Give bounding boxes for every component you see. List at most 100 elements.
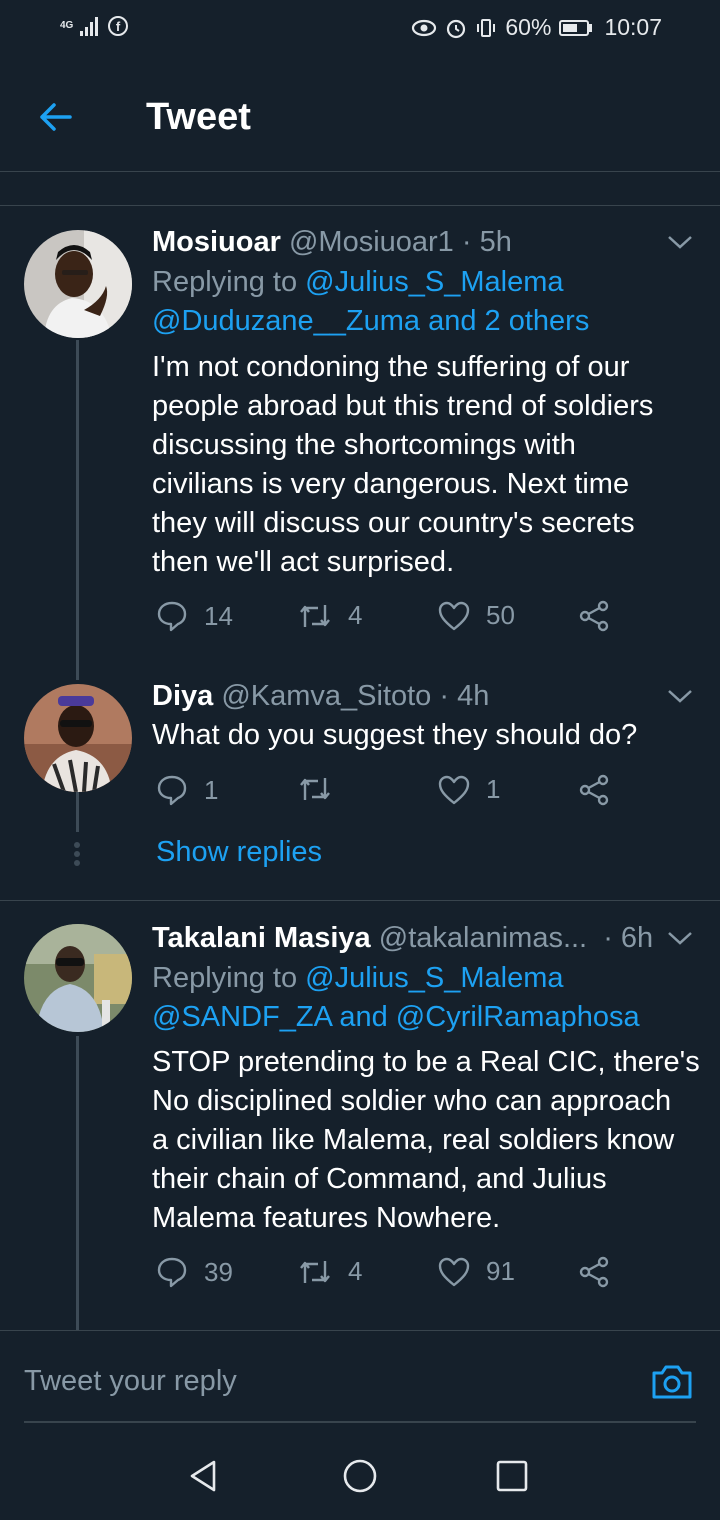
timestamp: · 4h: [439, 680, 490, 712]
retweet-count: 4: [348, 1256, 363, 1286]
tweet-text-line: they will discuss our country's secrets: [152, 507, 635, 539]
retweet-button[interactable]: 4: [298, 1256, 362, 1287]
heart-icon: [438, 1257, 470, 1286]
retweet-icon: [300, 604, 330, 627]
heart-icon: [438, 601, 470, 630]
tweet-actions: 39 4 91: [152, 1256, 622, 1296]
tweet-header: Diya @Kamva_Sitoto · 4h: [152, 680, 489, 713]
mention-link[interactable]: @SANDF_ZA and @CyrilRamaphosa: [152, 1001, 640, 1034]
tweet-actions: 1 1: [152, 774, 622, 814]
alarm-icon: [447, 19, 466, 38]
tweet-text-line: STOP pretending to be a Real CIC, there'…: [152, 1046, 700, 1078]
nav-recents-icon[interactable]: [494, 1458, 530, 1494]
reply-composer: Tweet your reply: [0, 1330, 720, 1430]
tweet-body: STOP pretending to be a Real CIC, there'…: [152, 1043, 708, 1238]
reply-count: 1: [204, 774, 219, 805]
share-button[interactable]: [578, 600, 610, 632]
signal-icon: [80, 16, 98, 36]
reply-input[interactable]: Tweet your reply: [24, 1365, 624, 1398]
like-count: 50: [486, 600, 515, 630]
facebook-notification-icon: f: [108, 16, 128, 36]
share-icon: [579, 774, 609, 806]
share-icon: [579, 1256, 609, 1288]
handle[interactable]: @takalanimas...: [379, 922, 587, 954]
thread-connector: [76, 1036, 79, 1330]
divider: [0, 900, 720, 901]
status-right: 60% 10:07: [411, 14, 662, 41]
avatar[interactable]: [24, 684, 132, 792]
display-name[interactable]: Diya: [152, 680, 213, 712]
reply-button[interactable]: 39: [156, 1256, 233, 1288]
like-button[interactable]: 1: [438, 774, 500, 805]
thread-connector: [76, 792, 79, 832]
thread-connector: [76, 340, 79, 680]
handle[interactable]: @Mosiuoar1: [289, 226, 454, 258]
timestamp: · 6h: [603, 922, 654, 954]
retweet-icon: [300, 1260, 330, 1283]
tweet-text-line: I'm not condoning the suffering of our: [152, 351, 630, 383]
nav-home-icon[interactable]: [342, 1458, 378, 1494]
tweet-text-line: then we'll act surprised.: [152, 546, 455, 578]
arrow-left-icon: [40, 103, 72, 131]
reply-icon: [157, 1257, 187, 1288]
tweet-text-line: civilians is very dangerous. Next time: [152, 468, 630, 500]
page-title: Tweet: [146, 96, 251, 138]
tweet-text-line: What do you suggest they should do?: [152, 719, 638, 751]
reply-count: 14: [204, 600, 233, 631]
eye-icon: [412, 19, 437, 36]
timestamp: · 5h: [461, 226, 512, 258]
tweet-text-line: No disciplined soldier who can approach: [152, 1085, 672, 1117]
like-button[interactable]: 91: [438, 1256, 515, 1287]
share-button[interactable]: [578, 774, 610, 806]
camera-icon: [652, 1365, 692, 1399]
mention-link[interactable]: @Julius_S_Malema: [305, 266, 563, 298]
top-app-bar: Tweet: [0, 62, 720, 172]
retweet-button[interactable]: 4: [298, 600, 362, 631]
chevron-down-icon[interactable]: [666, 686, 694, 706]
chevron-down-icon[interactable]: [666, 928, 694, 948]
camera-button[interactable]: [650, 1361, 694, 1401]
retweet-icon: [300, 778, 330, 800]
mention-link[interactable]: @Duduzane__Zuma and 2 others: [152, 305, 589, 338]
reply-count: 39: [204, 1256, 233, 1287]
status-left: 4G f: [60, 16, 128, 36]
tweet-text-line: Malema features Nowhere.: [152, 1202, 501, 1234]
battery-icon: [559, 19, 593, 36]
retweet-button[interactable]: [298, 774, 348, 804]
status-bar: 4G f 60% 10:07: [0, 0, 720, 62]
tweet-body: What do you suggest they should do?: [152, 716, 708, 755]
back-button[interactable]: [36, 97, 76, 137]
clock: 10:07: [604, 14, 662, 40]
avatar[interactable]: [24, 230, 132, 338]
nav-back-icon[interactable]: [186, 1458, 222, 1494]
share-button[interactable]: [578, 1256, 610, 1288]
reply-icon: [157, 601, 187, 632]
vibrate-icon: [477, 18, 496, 37]
tweet-text-line: people abroad but this trend of soldiers: [152, 390, 654, 422]
share-icon: [579, 600, 609, 632]
tweet-header: Mosiuoar @Mosiuoar1 · 5h: [152, 226, 512, 259]
like-count: 1: [486, 774, 501, 804]
chevron-down-icon[interactable]: [666, 232, 694, 252]
system-nav-bar: [0, 1432, 720, 1520]
more-replies-dots: [74, 842, 82, 869]
mention-link[interactable]: @Julius_S_Malema: [305, 962, 563, 994]
network-type: 4G: [60, 20, 74, 31]
retweet-count: 4: [348, 600, 363, 630]
like-count: 91: [486, 1256, 515, 1286]
display-name[interactable]: Takalani Masiya: [152, 922, 371, 954]
replying-prefix: Replying to: [152, 962, 298, 994]
battery-percent: 60%: [505, 14, 552, 40]
avatar[interactable]: [24, 924, 132, 1032]
display-name[interactable]: Mosiuoar: [152, 226, 281, 258]
reply-button[interactable]: 1: [156, 774, 218, 806]
reply-underline: [24, 1421, 696, 1423]
like-button[interactable]: 50: [438, 600, 515, 631]
tweet-header: Takalani Masiya @takalanimas... · 6h: [152, 922, 653, 955]
reply-button[interactable]: 14: [156, 600, 233, 632]
reply-icon: [157, 775, 187, 806]
handle[interactable]: @Kamva_Sitoto: [221, 680, 431, 712]
show-replies-link[interactable]: Show replies: [156, 836, 322, 869]
divider: [0, 205, 720, 206]
tweet-body: I'm not condoning the suffering of our p…: [152, 348, 708, 582]
